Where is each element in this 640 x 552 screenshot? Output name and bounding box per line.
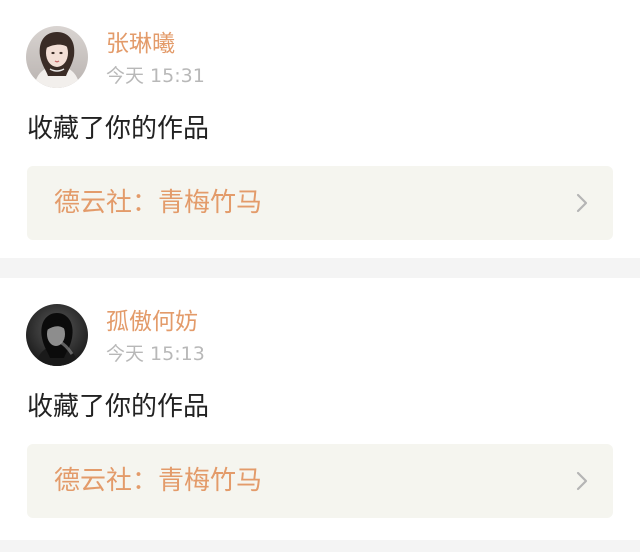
work-link[interactable]: 德云社：青梅竹马: [27, 444, 613, 518]
timestamp: 今天 15:13: [106, 343, 205, 365]
avatar-photo-icon: [26, 304, 88, 366]
work-title: 德云社：青梅竹马: [54, 188, 263, 218]
username[interactable]: 孤傲何妨: [106, 308, 198, 336]
notification-card: 张琳曦 今天 15:31 收藏了你的作品 德云社：青梅竹马: [0, 0, 640, 258]
user-avatar[interactable]: [26, 26, 88, 88]
action-text: 收藏了你的作品: [27, 392, 210, 422]
chevron-right-icon: [575, 192, 589, 214]
username[interactable]: 张琳曦: [106, 30, 175, 58]
chevron-right-icon: [575, 470, 589, 492]
notification-card: 孤傲何妨 今天 15:13 收藏了你的作品 德云社：青梅竹马: [0, 278, 640, 540]
avatar-photo-icon: [26, 26, 88, 88]
action-text: 收藏了你的作品: [27, 114, 210, 144]
user-avatar[interactable]: [26, 304, 88, 366]
work-link[interactable]: 德云社：青梅竹马: [27, 166, 613, 240]
timestamp: 今天 15:31: [106, 65, 205, 87]
work-title: 德云社：青梅竹马: [54, 466, 263, 496]
notification-feed: 张琳曦 今天 15:31 收藏了你的作品 德云社：青梅竹马 孤傲何妨 今天 15…: [0, 0, 640, 552]
